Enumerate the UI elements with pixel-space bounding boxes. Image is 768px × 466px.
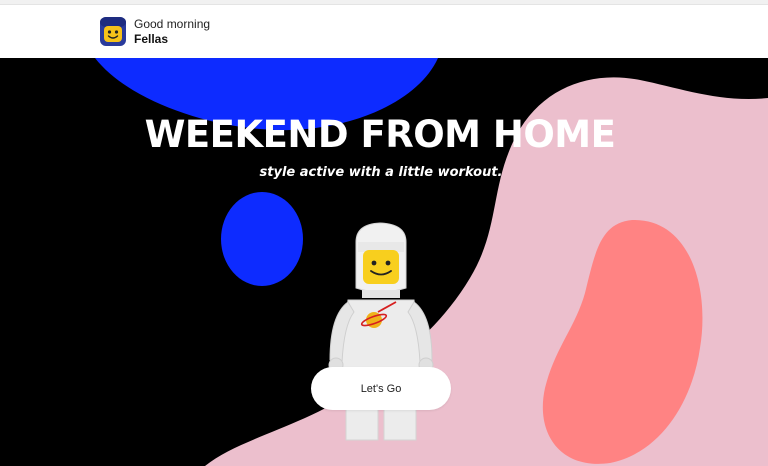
hero-title: WEEKEND FROM HOME bbox=[144, 113, 616, 156]
hero-subtitle: style active with a little workout. bbox=[259, 165, 503, 180]
greeting-text: Good morning bbox=[134, 17, 211, 31]
hero-banner: WEEKEND FROM HOME style active with a li… bbox=[0, 58, 768, 466]
avatar[interactable] bbox=[99, 16, 127, 47]
app-header: Good morning Fellas bbox=[0, 5, 768, 58]
lets-go-button[interactable]: Let's Go bbox=[311, 367, 451, 410]
user-name: Fellas bbox=[134, 32, 169, 46]
blue-circle bbox=[221, 192, 303, 286]
